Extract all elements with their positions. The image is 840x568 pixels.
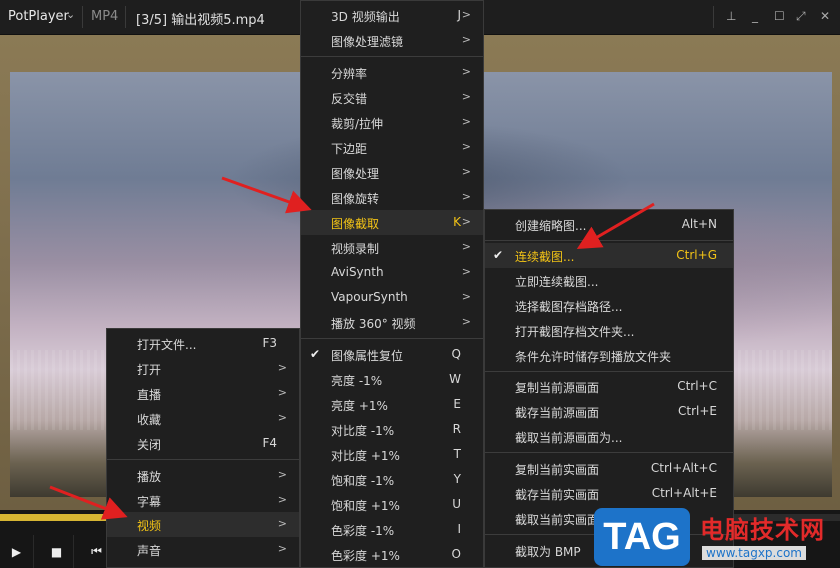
menu-item-brightness-down[interactable]: 亮度 -1% W (301, 367, 483, 392)
divider (82, 6, 83, 28)
menu-item-hue-up[interactable]: 色彩度 +1% O (301, 542, 483, 567)
maximize-icon[interactable]: ☐ (774, 9, 785, 23)
menu-item-avisynth[interactable]: AviSynth > (301, 260, 483, 285)
menu-item-crop-stretch[interactable]: 裁剪/拉伸 > (301, 110, 483, 135)
watermark-url: www.tagxp.com (702, 546, 806, 560)
seek-bar-fill (0, 514, 110, 521)
menu-item-copy-source-frame[interactable]: 复制当前源画面 Ctrl+C (485, 374, 733, 399)
menu-item-saturation-down[interactable]: 饱和度 -1% Y (301, 467, 483, 492)
menu-item-image-processing[interactable]: 图像处理 > (301, 160, 483, 185)
chevron-right-icon: > (277, 361, 287, 374)
context-menu-video: 3D 视频输出 J > 图像处理滤镜 > 分辨率 > 反交错 > 裁剪/拉伸 >… (300, 0, 484, 568)
chevron-right-icon: > (277, 386, 287, 399)
minimize-icon[interactable]: _ (752, 9, 758, 23)
menu-item-live[interactable]: 直播 > (107, 381, 299, 406)
menu-separator (107, 459, 299, 460)
menu-item-image-capture[interactable]: 图像截取 K > (301, 210, 483, 235)
check-icon: ✔ (310, 347, 321, 361)
chevron-right-icon: > (461, 240, 471, 253)
chevron-right-icon: > (277, 517, 287, 530)
menu-item-subtitles[interactable]: 字幕 > (107, 488, 299, 513)
watermark-logo: TAG (594, 508, 690, 566)
chevron-right-icon: > (277, 542, 287, 555)
menu-item-save-source-frame[interactable]: 截存当前源画面 Ctrl+E (485, 399, 733, 424)
watermark-title: 电脑技术网 (700, 516, 825, 544)
menu-item-reset-image[interactable]: ✔ 图像属性复位 Q (301, 342, 483, 367)
chevron-right-icon: > (461, 165, 471, 178)
file-title: [3/5] 输出视频5.mp4 (136, 13, 265, 28)
chevron-down-icon[interactable]: ⌄ (66, 8, 75, 21)
chevron-right-icon: > (461, 140, 471, 153)
divider (713, 6, 714, 28)
menu-separator (485, 240, 733, 241)
chevron-right-icon: > (461, 190, 471, 203)
menu-item-open-capture-folder[interactable]: 打开截图存档文件夹... (485, 318, 733, 343)
menu-item-choose-capture-path[interactable]: 选择截图存档路径... (485, 293, 733, 318)
menu-separator (485, 371, 733, 372)
menu-item-image-rotation[interactable]: 图像旋转 > (301, 185, 483, 210)
menu-item-open-file[interactable]: 打开文件... F3 (107, 331, 299, 356)
menu-item-bottom-margin[interactable]: 下边距 > (301, 135, 483, 160)
divider (125, 6, 126, 28)
menu-item-vapoursynth[interactable]: VapourSynth > (301, 285, 483, 310)
menu-item-save-to-play-folder[interactable]: 条件允许时储存到播放文件夹 (485, 343, 733, 368)
menu-item-brightness-up[interactable]: 亮度 +1% E (301, 392, 483, 417)
menu-item-360-video[interactable]: 播放 360° 视频 > (301, 310, 483, 335)
chevron-right-icon: > (277, 468, 287, 481)
menu-item-copy-actual-frame[interactable]: 复制当前实画面 Ctrl+Alt+C (485, 456, 733, 481)
chevron-right-icon: > (461, 265, 471, 278)
play-button[interactable]: ▶ (0, 535, 34, 568)
chevron-right-icon: > (277, 411, 287, 424)
menu-item-3d-output[interactable]: 3D 视频输出 J > (301, 3, 483, 28)
menu-separator (301, 56, 483, 57)
context-menu-main: 打开文件... F3 打开 > 直播 > 收藏 > 关闭 F4 播放 > 字幕 … (106, 328, 300, 568)
menu-item-image-filters[interactable]: 图像处理滤镜 > (301, 28, 483, 53)
menu-item-resolution[interactable]: 分辨率 > (301, 60, 483, 85)
chevron-right-icon: > (461, 90, 471, 103)
menu-item-video-recording[interactable]: 视频录制 > (301, 235, 483, 260)
chevron-right-icon: > (461, 115, 471, 128)
menu-item-saturation-up[interactable]: 饱和度 +1% U (301, 492, 483, 517)
stop-button[interactable]: ■ (40, 535, 74, 568)
close-icon[interactable]: ✕ (820, 9, 830, 23)
menu-item-open[interactable]: 打开 > (107, 356, 299, 381)
menu-item-contrast-up[interactable]: 对比度 +1% T (301, 442, 483, 467)
pin-icon[interactable]: ⊥ (726, 9, 736, 23)
menu-item-playback[interactable]: 播放 > (107, 463, 299, 488)
menu-item-create-thumbnails[interactable]: 创建缩略图... Alt+N (485, 212, 733, 237)
menu-item-video[interactable]: 视频 > (107, 512, 299, 537)
chevron-right-icon: > (461, 215, 471, 228)
chevron-right-icon: > (461, 290, 471, 303)
menu-item-hue-down[interactable]: 色彩度 -1% I (301, 517, 483, 542)
menu-separator (301, 338, 483, 339)
chevron-right-icon: > (461, 8, 471, 21)
menu-item-contrast-down[interactable]: 对比度 -1% R (301, 417, 483, 442)
format-label: MP4 (91, 9, 119, 24)
menu-separator (485, 452, 733, 453)
check-icon: ✔ (493, 248, 504, 262)
menu-item-deinterlace[interactable]: 反交错 > (301, 85, 483, 110)
chevron-right-icon: > (461, 33, 471, 46)
menu-item-save-source-frame-as[interactable]: 截取当前源画面为... (485, 424, 733, 449)
menu-item-audio[interactable]: 声音 > (107, 537, 299, 562)
menu-item-continuous-capture[interactable]: ✔ 连续截图... Ctrl+G (485, 243, 733, 268)
chevron-right-icon: > (461, 65, 471, 78)
menu-item-save-actual-frame[interactable]: 截存当前实画面 Ctrl+Alt+E (485, 481, 733, 506)
menu-item-favorites[interactable]: 收藏 > (107, 406, 299, 431)
app-menu-button[interactable]: PotPlayer (8, 9, 69, 24)
chevron-right-icon: > (461, 315, 471, 328)
chevron-right-icon: > (277, 493, 287, 506)
fullscreen-icon[interactable]: ⤢ (796, 9, 806, 24)
menu-item-close[interactable]: 关闭 F4 (107, 431, 299, 456)
menu-item-instant-continuous-capture[interactable]: 立即连续截图... (485, 268, 733, 293)
